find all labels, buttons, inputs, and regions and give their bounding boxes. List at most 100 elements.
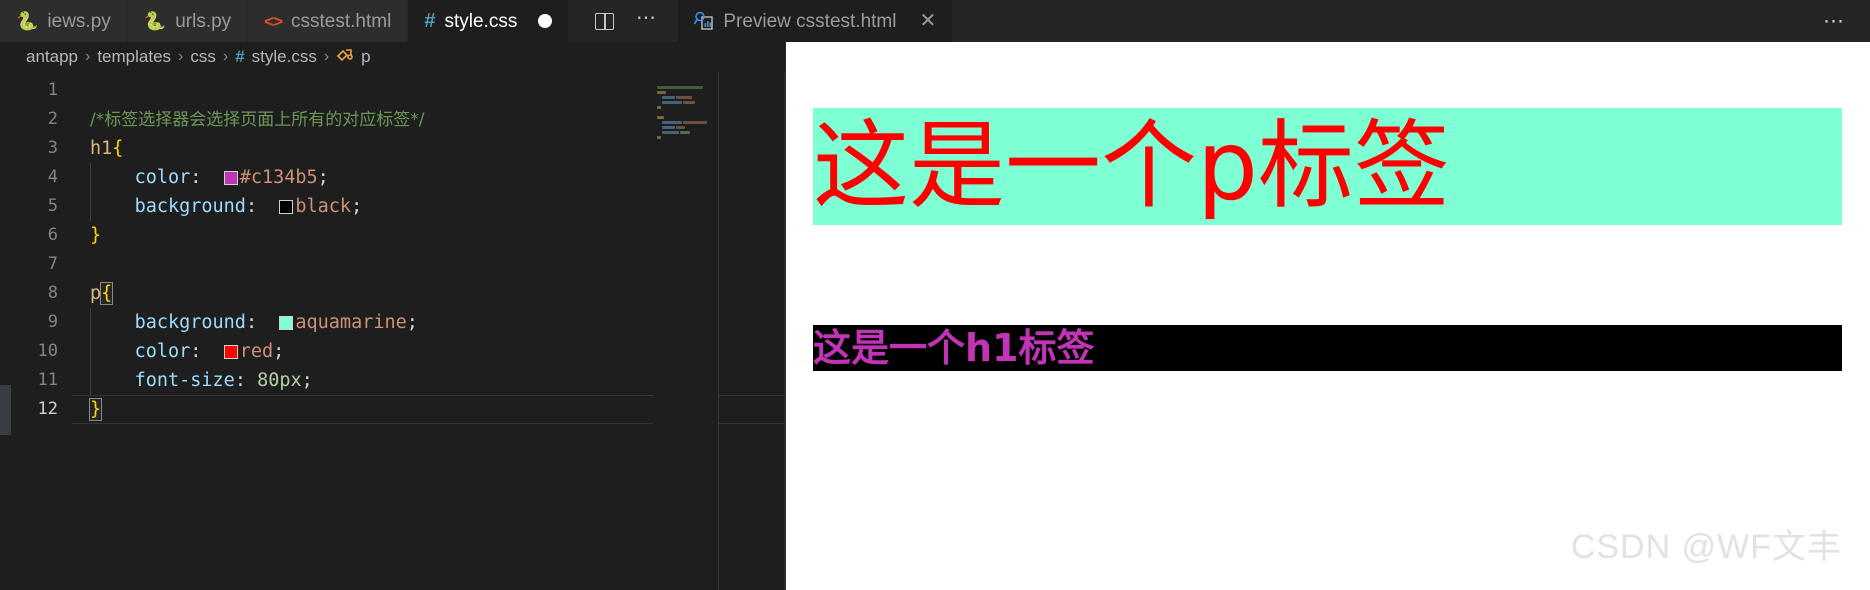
tab-views-py[interactable]: 🐍 iews.py	[0, 0, 128, 42]
window-more-actions-icon[interactable]: ⋯	[1815, 9, 1854, 34]
css-comment: /*标签选择器会选择页面上所有的对应标签*/	[90, 110, 425, 130]
unsaved-changes-indicator[interactable]	[538, 14, 553, 28]
preview-h1-element: 这是一个h1标签	[813, 325, 1842, 372]
python-icon: 🐍	[16, 11, 39, 31]
watermark: CSDN @WF文丰	[1570, 528, 1842, 566]
line-number: 8	[47, 283, 58, 303]
preview-icon-svg	[694, 11, 713, 30]
colon: :	[245, 312, 258, 333]
chevron-right-icon: ›	[178, 48, 184, 65]
semicolon: ;	[351, 196, 363, 217]
indent-guide	[90, 163, 91, 192]
minimap-line	[653, 135, 719, 140]
html-icon: <>	[264, 11, 283, 31]
tab-label: urls.py	[175, 10, 232, 32]
line-number: 7	[47, 254, 58, 274]
css-value-font-size: 80px	[257, 370, 302, 391]
indent-guide	[90, 308, 91, 337]
css-selector-icon	[336, 47, 354, 68]
close-icon[interactable]: ✕	[919, 11, 936, 31]
semicolon: ;	[406, 312, 418, 333]
preview-icon	[694, 11, 714, 31]
editor-more-actions-button[interactable]: ⋯	[625, 0, 667, 42]
css-value-hex: #c134b5	[239, 167, 318, 188]
line-number-gutter: 1 2 3 4 5 6 7 8 9 10 11 12	[0, 72, 72, 590]
color-swatch-hex[interactable]	[223, 171, 238, 185]
code-editor-pane: antapp › templates › css › # style.css ›…	[0, 42, 785, 590]
html-preview-pane[interactable]: 这是一个p标签 这是一个h1标签 CSDN @WF文丰	[785, 42, 1870, 590]
editor-group-actions: ⋯	[569, 0, 678, 42]
breadcrumb: antapp › templates › css › # style.css ›…	[0, 42, 785, 72]
breadcrumb-item-style-css[interactable]: style.css	[252, 47, 317, 67]
line-number: 4	[47, 167, 58, 187]
minimap[interactable]	[653, 72, 719, 590]
line-number: 5	[47, 196, 58, 216]
css-hash-icon: #	[424, 10, 436, 32]
editor-tab-bar: 🐍 iews.py 🐍 urls.py <> csstest.html # st…	[0, 0, 1870, 42]
breadcrumb-item-antapp[interactable]: antapp	[26, 47, 78, 67]
split-editor-icon	[594, 12, 614, 30]
css-property-background: background	[134, 312, 246, 333]
brace-close: }	[90, 225, 102, 246]
css-selector-p: p	[90, 283, 102, 304]
line-number: 9	[47, 312, 58, 332]
line-number: 3	[47, 138, 58, 158]
pane-splitter[interactable]	[785, 42, 786, 590]
vscode-window: 🐍 iews.py 🐍 urls.py <> csstest.html # st…	[0, 0, 1870, 590]
tab-csstest-html[interactable]: <> csstest.html	[248, 0, 409, 42]
breadcrumb-item-p[interactable]: p	[361, 47, 370, 67]
more-actions-icon: ⋯	[635, 7, 657, 29]
brace-close-matched: }	[88, 398, 103, 421]
chevron-right-icon: ›	[222, 48, 229, 65]
split-editor-button[interactable]	[583, 0, 625, 42]
breadcrumb-item-css[interactable]: css	[190, 47, 216, 67]
css-value-aquamarine: aquamarine	[295, 312, 407, 333]
tab-label: csstest.html	[291, 10, 392, 32]
python-icon: 🐍	[143, 11, 167, 31]
css-value-black: black	[295, 196, 352, 217]
editor-overview-marker	[0, 385, 11, 435]
color-swatch-aquamarine[interactable]	[279, 316, 294, 330]
line-number: 10	[37, 341, 58, 361]
line-number: 2	[47, 109, 58, 129]
css-property-font-size: font-size	[134, 370, 235, 391]
css-selector-h1: h1	[90, 138, 113, 159]
indent-guide	[90, 192, 91, 221]
brace-open-matched: {	[100, 282, 114, 305]
colon: :	[190, 341, 202, 362]
css-hash-icon: #	[235, 47, 245, 66]
css-selector-icon-svg	[337, 48, 353, 61]
tab-label: iews.py	[47, 10, 111, 32]
workbench-body: antapp › templates › css › # style.css ›…	[0, 42, 1870, 590]
colon: :	[234, 370, 246, 391]
window-toolbar: ⋯	[1815, 0, 1870, 42]
color-swatch-red[interactable]	[223, 345, 238, 359]
color-swatch-black[interactable]	[279, 200, 294, 214]
tab-label: style.css	[444, 10, 518, 32]
indent-guide	[90, 366, 91, 395]
chevron-right-icon: ›	[85, 48, 91, 65]
tab-label: Preview csstest.html	[723, 10, 897, 32]
css-property-color: color	[134, 167, 191, 188]
tab-style-css[interactable]: # style.css	[408, 0, 570, 42]
line-number: 1	[47, 80, 58, 100]
semicolon: ;	[317, 167, 329, 188]
css-property-background: background	[134, 196, 246, 217]
brace-open: {	[112, 138, 124, 159]
preview-p-element: 这是一个p标签	[813, 108, 1842, 226]
preview-document: 这是一个p标签 这是一个h1标签	[785, 42, 1870, 372]
colon: :	[190, 167, 202, 188]
chevron-right-icon: ›	[323, 48, 330, 65]
indent-guide	[90, 337, 91, 366]
css-value-red: red	[239, 341, 274, 362]
breadcrumb-item-templates[interactable]: templates	[97, 47, 171, 67]
line-number: 6	[47, 225, 58, 245]
minimap-slider[interactable]	[718, 72, 719, 590]
semicolon: ;	[301, 370, 313, 391]
tab-urls-py[interactable]: 🐍 urls.py	[127, 0, 249, 42]
code-content[interactable]: 1 2 3 4 5 6 7 8 9 10 11 12 /*标签选择器会选择页面上…	[0, 72, 785, 590]
colon: :	[245, 196, 258, 217]
css-property-color: color	[134, 341, 191, 362]
tab-preview-csstest-html[interactable]: Preview csstest.html ✕	[677, 0, 954, 42]
semicolon: ;	[273, 341, 285, 362]
